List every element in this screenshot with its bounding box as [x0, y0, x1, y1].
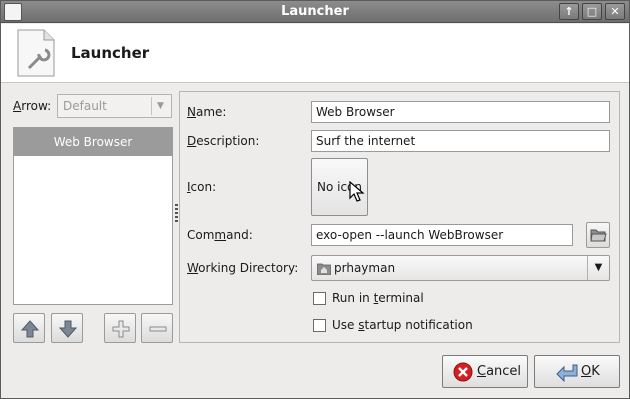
working-directory-value: prhayman	[334, 261, 396, 275]
header-title: Launcher	[71, 44, 150, 62]
arrow-label: Arrow:	[13, 99, 52, 113]
dialog-header: Launcher	[1, 24, 629, 83]
folder-open-icon	[590, 229, 607, 242]
arrow-up-icon	[20, 320, 40, 338]
arrow-select[interactable]: Default ▼	[57, 94, 172, 118]
ok-button[interactable]: OK	[534, 355, 620, 388]
startup-notification-checkbox[interactable]	[313, 319, 326, 332]
move-down-button[interactable]	[51, 313, 83, 343]
mouse-pointer-icon	[349, 181, 365, 202]
window-title: Launcher	[281, 4, 349, 19]
move-up-button[interactable]	[13, 313, 45, 343]
icon-label: Icon:	[187, 180, 217, 194]
command-label: Command:	[187, 228, 253, 242]
add-item-button[interactable]	[104, 313, 136, 343]
title-bar[interactable]: Launcher ↑ □ ✕	[1, 1, 629, 23]
run-in-terminal-checkbox[interactable]	[313, 292, 326, 305]
launcher-properties-panel	[179, 91, 620, 343]
remove-item-button[interactable]	[141, 313, 173, 343]
run-in-terminal-label[interactable]: Run in terminal	[332, 291, 424, 305]
browse-command-button[interactable]	[586, 222, 610, 248]
shade-button[interactable]: ↑	[559, 3, 579, 20]
maximize-button[interactable]: □	[582, 3, 602, 20]
launcher-dialog: Launcher ↑ □ ✕ Launcher Arrow: Default ▼…	[0, 0, 630, 399]
return-arrow-icon	[556, 364, 578, 382]
list-item[interactable]: Web Browser	[14, 128, 172, 156]
name-label: Name:	[187, 105, 227, 119]
arrow-down-icon	[58, 320, 78, 338]
home-folder-icon	[317, 263, 331, 275]
working-directory-label: Working Directory:	[187, 261, 299, 275]
cancel-button[interactable]: Cancel	[442, 355, 528, 388]
launcher-document-icon	[17, 29, 55, 77]
close-button[interactable]: ✕	[605, 3, 625, 20]
pane-resize-handle[interactable]	[175, 204, 178, 224]
minus-icon	[149, 326, 167, 332]
chevron-down-icon: ▼	[587, 256, 609, 280]
description-field[interactable]: Surf the internet	[311, 130, 610, 152]
plus-icon	[112, 320, 130, 338]
description-label: Description:	[187, 134, 260, 148]
name-field[interactable]: Web Browser	[311, 101, 610, 123]
chevron-down-icon: ▼	[151, 97, 169, 115]
working-directory-select[interactable]: prhayman ▼	[311, 255, 610, 281]
launcher-item-list[interactable]: Web Browser	[13, 127, 173, 305]
startup-notification-label[interactable]: Use startup notification	[332, 318, 473, 332]
cancel-icon	[453, 362, 473, 382]
arrow-select-value: Default	[63, 99, 107, 113]
command-field[interactable]: exo-open --launch WebBrowser	[311, 224, 573, 246]
